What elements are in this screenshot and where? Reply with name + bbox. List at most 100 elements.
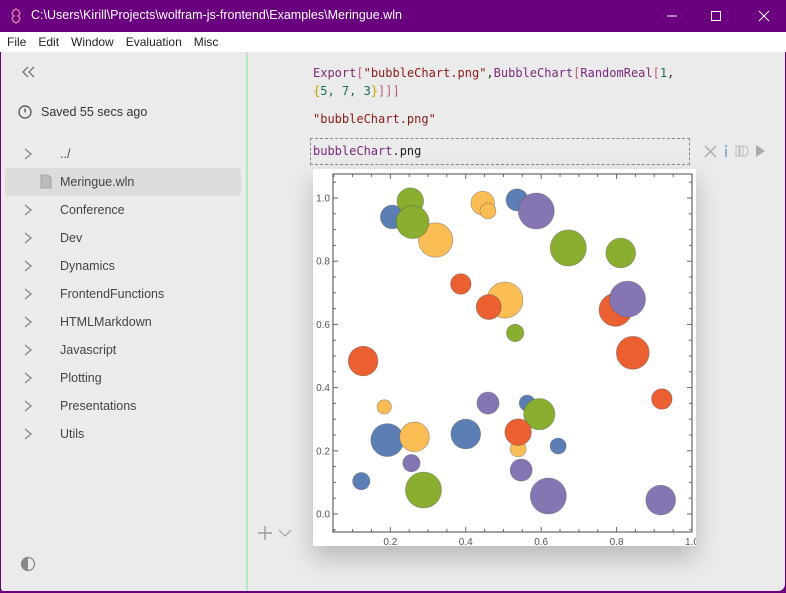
tree-folder-item[interactable]: Dev: [5, 224, 241, 252]
chevron-down-icon[interactable]: [278, 528, 292, 538]
code-token: [: [652, 66, 660, 80]
file-tree: ../ Meringue.wln Conference Dev Dynamics Fron…: [5, 140, 241, 448]
clock-icon: [18, 105, 32, 119]
chevron-right-icon: [24, 260, 33, 272]
info-icon[interactable]: [723, 144, 729, 158]
close-cell-icon[interactable]: [704, 145, 717, 158]
bubble-s0-p6: [352, 472, 371, 491]
x-tick-label: 1.0: [685, 537, 696, 546]
tree-folder-item[interactable]: Plotting: [5, 364, 241, 392]
tree-folder-item[interactable]: Utils: [5, 420, 241, 448]
add-cell-icon[interactable]: [258, 526, 272, 540]
tree-item-label: Utils: [60, 427, 85, 441]
bubble-s3-p3: [475, 294, 502, 320]
tree-folder-item[interactable]: FrontendFunctions: [5, 280, 241, 308]
file-icon: [40, 174, 52, 189]
y-tick-label: 0.0: [316, 509, 330, 520]
minimize-button[interactable]: [650, 0, 694, 32]
tree-folder-item[interactable]: Dynamics: [5, 252, 241, 280]
output-string: "bubbleChart.png": [313, 112, 436, 126]
bubble-s4-p1: [609, 280, 646, 318]
menu-window[interactable]: Window: [71, 35, 114, 49]
bubble-s4-p5: [529, 477, 567, 515]
code-token: Export: [313, 66, 357, 80]
x-tick-label: 0.2: [383, 537, 397, 546]
x-tick-label: 0.4: [459, 537, 473, 546]
tree-item-label: Javascript: [60, 343, 117, 357]
code-token: [: [356, 66, 364, 80]
bubble-s2-p4: [506, 323, 525, 342]
tree-item-label: Plotting: [60, 371, 102, 385]
app-logo-icon: [11, 8, 21, 24]
minimize-icon: [667, 15, 677, 17]
tree-item-label: ../: [60, 147, 71, 161]
maximize-button[interactable]: [694, 0, 738, 32]
maximize-icon: [711, 11, 721, 21]
add-cell-row: [258, 526, 292, 540]
tree-item-label: Presentations: [60, 399, 137, 413]
bubble-s3-p4: [347, 345, 379, 377]
tree-folder-item[interactable]: HTMLMarkdown: [5, 308, 241, 336]
bubble-s4-p4: [509, 458, 533, 482]
bubble-s0-p4: [370, 423, 405, 457]
bubble-s4-p2: [476, 391, 500, 415]
main-content: Saved 55 secs ago ../ Meringue.wln Confere…: [1, 52, 785, 591]
menu-bar: File Edit Window Evaluation Misc: [0, 32, 786, 52]
code-token: ,: [667, 66, 675, 80]
code-token: RandomReal: [580, 66, 653, 80]
menu-edit[interactable]: Edit: [38, 35, 59, 49]
menu-evaluation[interactable]: Evaluation: [126, 35, 182, 49]
y-tick-label: 0.4: [316, 383, 330, 394]
tree-folder-item[interactable]: ../: [5, 140, 241, 168]
y-tick-label: 1.0: [316, 194, 330, 205]
tree-folder-item[interactable]: Presentations: [5, 392, 241, 420]
bubble-s1-p6: [399, 421, 430, 453]
file-cell[interactable]: bubbleChart.png: [310, 138, 690, 165]
tree-folder-item[interactable]: Javascript: [5, 336, 241, 364]
save-status: Saved 55 secs ago: [18, 105, 147, 119]
title-bar: C:\Users\Kirill\Projects\wolfram-js-fron…: [0, 0, 786, 32]
bubble-s2-p3: [605, 237, 636, 269]
chevron-right-icon: [24, 204, 33, 216]
toggle-view-icon[interactable]: [735, 144, 749, 158]
y-tick-label: 0.2: [316, 446, 330, 457]
code-token: ]: [392, 84, 400, 98]
tree-item-label: FrontendFunctions: [60, 287, 165, 301]
bubble-s4-p0: [517, 192, 555, 230]
bubble-s3-p2: [450, 273, 472, 295]
y-tick-label: 0.6: [316, 320, 330, 331]
bubble-s0-p3: [549, 437, 567, 455]
tree-file-item[interactable]: Meringue.wln: [5, 168, 241, 196]
code-token: 5, 7, 3: [320, 84, 371, 98]
code-token: }: [370, 84, 379, 98]
bubble-s2-p1: [395, 205, 430, 239]
collapse-sidebar-icon[interactable]: [20, 64, 38, 80]
close-icon: [758, 10, 770, 22]
cell-toolbar: [704, 144, 766, 158]
window-title: C:\Users\Kirill\Projects\wolfram-js-fron…: [31, 8, 402, 22]
input-cell-code[interactable]: Export["bubbleChart.png",BubbleChart[Ran…: [313, 64, 674, 100]
code-token: "bubbleChart.png": [363, 66, 487, 80]
file-name: bubbleChart: [313, 144, 393, 158]
chevron-right-icon: [24, 148, 33, 160]
bubble-s4-p3: [402, 454, 421, 473]
bubble-chart-image: 0.2 0.4 0.6 0.8 1.0 0.0 0.2 0.4 0.6 0.8 1.0: [313, 169, 699, 548]
bubble-s0-p5: [450, 418, 481, 450]
tree-item-label: Dev: [60, 231, 83, 245]
bubble-s3-p6: [651, 388, 673, 410]
x-tick-label: 0.6: [534, 537, 548, 546]
theme-toggle-icon[interactable]: [20, 556, 36, 572]
menu-misc[interactable]: Misc: [194, 35, 219, 49]
chevron-right-icon: [24, 288, 33, 300]
chevron-right-icon: [24, 372, 33, 384]
bubble-s1-p2: [479, 202, 497, 220]
close-window-button[interactable]: [742, 0, 786, 32]
chevron-right-icon: [24, 316, 33, 328]
bubble-s3-p5: [504, 418, 532, 446]
evaluate-icon[interactable]: [755, 144, 766, 158]
tree-folder-item[interactable]: Conference: [5, 196, 241, 224]
code-token: ,: [486, 66, 494, 80]
menu-file[interactable]: File: [7, 35, 26, 49]
bubble-chart: 0.2 0.4 0.6 0.8 1.0 0.0 0.2 0.4 0.6 0.8 1.0: [316, 173, 699, 548]
x-tick-label: 0.8: [610, 537, 624, 546]
